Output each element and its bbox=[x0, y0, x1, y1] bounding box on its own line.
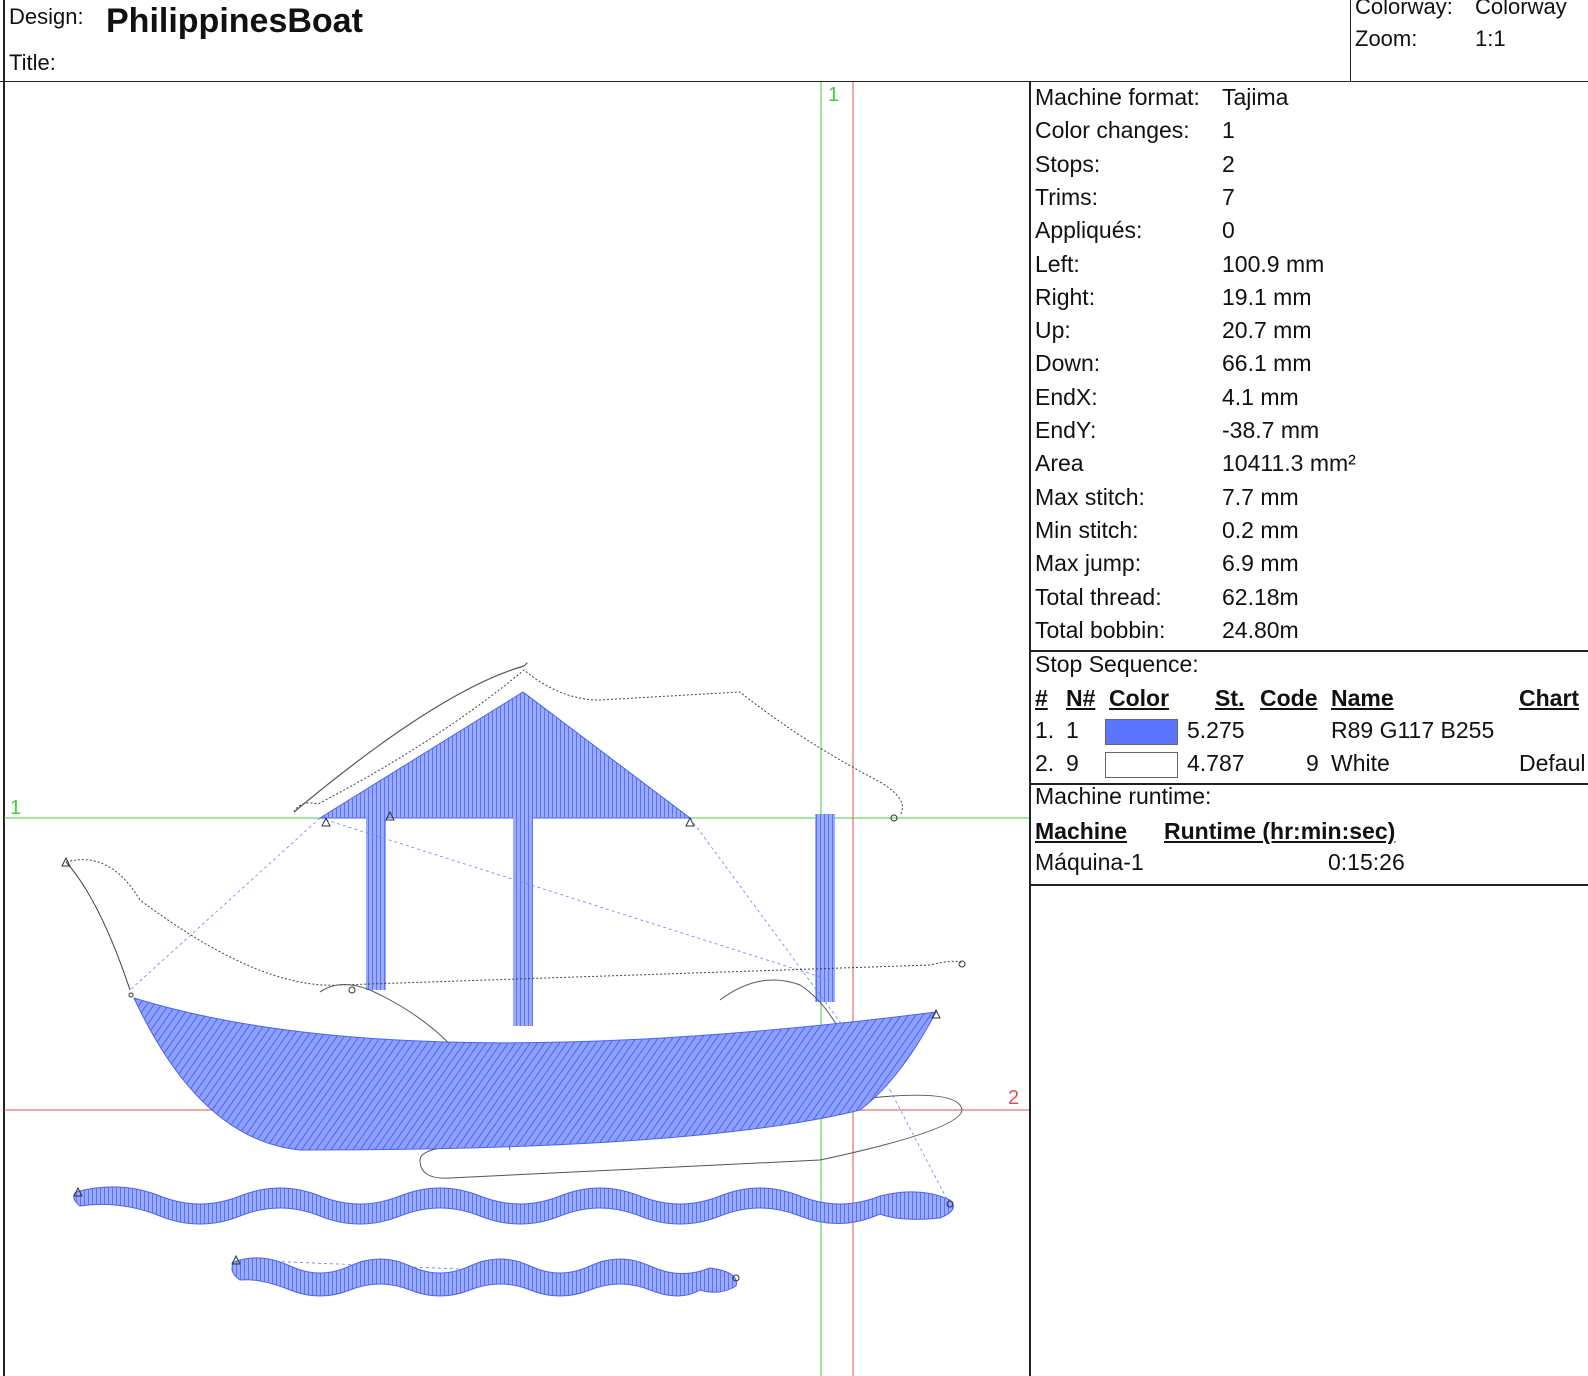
post-right bbox=[815, 814, 835, 1002]
col-header-code: Code bbox=[1260, 685, 1318, 711]
title-label: Title: bbox=[9, 50, 56, 75]
roof-fill bbox=[318, 691, 692, 819]
col-header-stitches: St. bbox=[1215, 685, 1245, 711]
color-swatch bbox=[1105, 719, 1178, 745]
post-middle bbox=[513, 814, 533, 1026]
design-label: Design: bbox=[9, 4, 84, 29]
wave-small bbox=[231, 1257, 737, 1297]
zoom-label: Zoom: bbox=[1355, 26, 1418, 51]
stop-name: R89 G117 B255 bbox=[1331, 717, 1495, 743]
stop-stitches: 5.275 bbox=[1187, 717, 1245, 743]
boat-hull bbox=[133, 997, 937, 1151]
guide-label-left: 1 bbox=[10, 797, 21, 819]
guide-label-right: 2 bbox=[1008, 1087, 1019, 1109]
stop-num: 2. bbox=[1035, 750, 1055, 776]
runtime-title: Machine runtime: bbox=[1035, 783, 1212, 809]
zoom-value: 1:1 bbox=[1475, 26, 1506, 51]
stop-chart: Defaul bbox=[1519, 750, 1586, 776]
guide-label-top: 1 bbox=[828, 84, 839, 106]
post-left bbox=[366, 814, 386, 990]
stop-code: 9 bbox=[1306, 750, 1319, 776]
runtime-header-runtime: Runtime (hr:min:sec) bbox=[1164, 818, 1396, 844]
stop-needle: 1 bbox=[1066, 717, 1079, 743]
runtime-machine: Máquina-1 bbox=[1035, 849, 1144, 875]
col-header-name: Name bbox=[1331, 685, 1394, 711]
stop-needle: 9 bbox=[1066, 750, 1079, 776]
divider-runtime bbox=[1029, 884, 1588, 886]
panel-divider bbox=[1029, 81, 1031, 1376]
color-swatch bbox=[1105, 752, 1178, 778]
runtime-header-machine: Machine bbox=[1035, 818, 1128, 844]
col-header-chart: Chart bbox=[1519, 685, 1580, 711]
col-header-needle: N# bbox=[1066, 685, 1096, 711]
runtime-value: 0:15:26 bbox=[1328, 849, 1405, 875]
stop-stitches: 4.787 bbox=[1187, 750, 1245, 776]
stop-num: 1. bbox=[1035, 717, 1055, 743]
boat-bow-outline bbox=[65, 861, 131, 991]
design-name: PhilippinesBoat bbox=[106, 2, 363, 40]
design-canvas: 1 1 2 bbox=[4, 82, 1029, 1376]
colorway-value: Colorway bbox=[1475, 0, 1567, 19]
colorway-label: Colorway: bbox=[1355, 0, 1453, 19]
col-header-num: # bbox=[1035, 685, 1048, 711]
stop-sequence-title: Stop Sequence: bbox=[1035, 651, 1199, 677]
col-header-color: Color bbox=[1109, 685, 1170, 711]
stop-name: White bbox=[1331, 750, 1390, 776]
